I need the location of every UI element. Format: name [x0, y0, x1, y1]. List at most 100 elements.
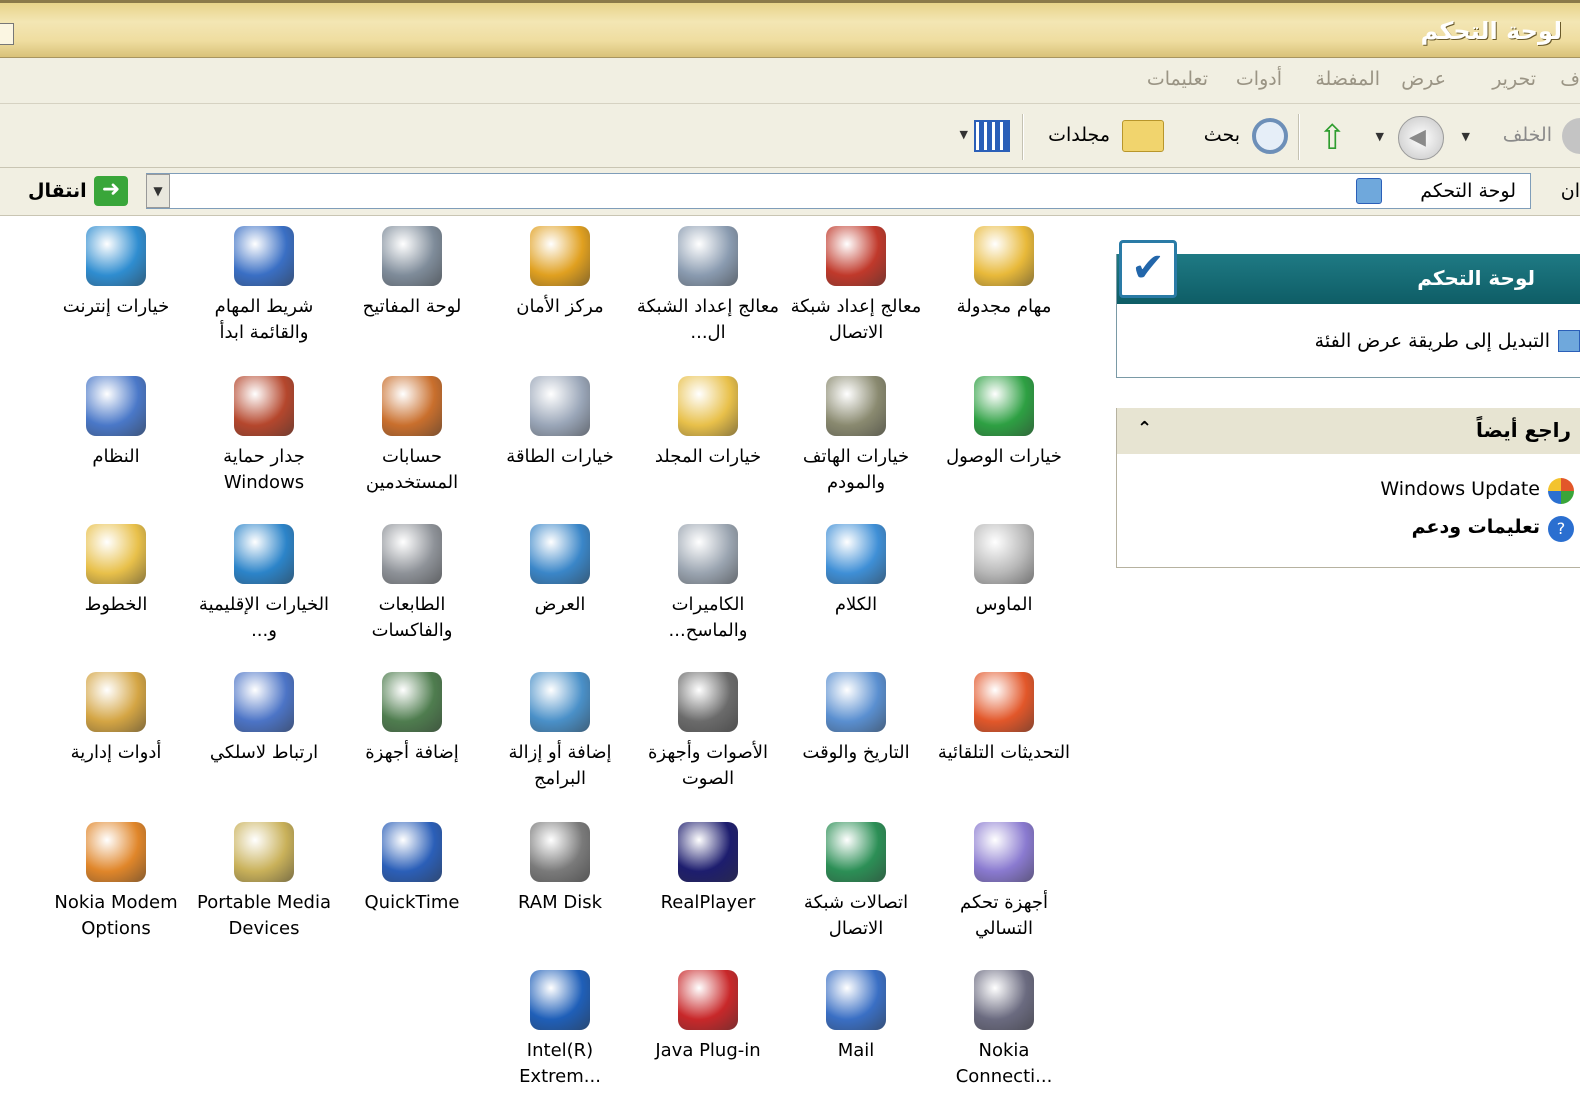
control-panel-item[interactable]: الكاميرات والماسح...	[634, 524, 782, 674]
control-panel-item[interactable]: التحديثات التلقائية	[930, 672, 1078, 822]
administrative-tools-icon	[86, 672, 146, 732]
views-button[interactable]: ▼	[948, 116, 1010, 158]
control-panel-item[interactable]: Intel(R) Extrem...	[486, 970, 634, 1100]
security-center-shield-icon	[530, 226, 590, 286]
windows-update-link[interactable]: Windows Update	[1380, 478, 1540, 500]
item-label: Java Plug-in	[655, 1040, 761, 1061]
menu-favorites[interactable]: المفضلة	[1315, 68, 1380, 90]
views-dropdown-icon: ▼	[959, 128, 968, 141]
control-panel-item[interactable]: أدوات إدارية	[42, 672, 190, 822]
control-panel-item[interactable]: مهام مجدولة	[930, 226, 1078, 376]
toolbar-separator	[1298, 114, 1300, 160]
item-label: الماوس	[975, 594, 1033, 615]
control-panel-item[interactable]: RealPlayer	[634, 822, 782, 972]
forward-dropdown-icon[interactable]: ▼	[1376, 130, 1384, 143]
control-panel-item[interactable]: شريط المهام والقائمة ابدأ	[190, 226, 338, 376]
item-label: Portable Media Devices	[197, 892, 331, 939]
control-panel-item[interactable]: الأصوات وأجهزة الصوت	[634, 672, 782, 822]
control-panel-item[interactable]: ارتباط لاسلكي	[190, 672, 338, 822]
menu-edit[interactable]: تحرير	[1492, 68, 1536, 90]
task-group-title: لوحة التحكم	[1417, 266, 1535, 290]
forward-button[interactable]: ◀	[1398, 116, 1444, 160]
go-button[interactable]: ➜ انتقال	[20, 172, 132, 212]
item-label: جدار حماية Windows	[223, 446, 305, 493]
item-label: إضافة أجهزة	[365, 742, 459, 763]
control-panel-item[interactable]: الكلام	[782, 524, 930, 674]
item-label: معالج إعداد شبكة الاتصال	[790, 296, 922, 343]
see-also-title: راجع أيضاً	[1476, 418, 1571, 442]
go-label: انتقال	[28, 180, 87, 202]
search-button[interactable]: بحث	[1184, 114, 1288, 160]
task-group-header: لوحة التحكم	[1117, 254, 1580, 304]
views-grid-icon	[974, 120, 1010, 152]
item-label: مركز الأمان	[516, 296, 604, 317]
control-panel-item[interactable]: الخيارات الإقليمية و...	[190, 524, 338, 674]
control-panel-item[interactable]: الخطوط	[42, 524, 190, 674]
control-panel-item[interactable]: مركز الأمان	[486, 226, 634, 376]
control-panel-item[interactable]: Java Plug-in	[634, 970, 782, 1100]
item-label: خيارات المجلد	[654, 446, 762, 467]
back-arrow-icon	[1562, 118, 1580, 154]
control-panel-item[interactable]: لوحة المفاتيح	[338, 226, 486, 376]
quicktime-icon	[382, 822, 442, 882]
menu-file[interactable]: ف	[1560, 68, 1580, 90]
folders-button[interactable]: مجلدات	[1044, 114, 1164, 160]
menu-view[interactable]: عرض	[1401, 68, 1446, 90]
accessibility-options-icon	[974, 376, 1034, 436]
back-button[interactable]: الخلف	[1484, 114, 1580, 160]
control-panel-item[interactable]: خيارات الوصول	[930, 376, 1078, 526]
control-panel-item[interactable]: Mail	[782, 970, 930, 1100]
control-panel-item[interactable]: الطابعات والفاكسات	[338, 524, 486, 674]
see-also-header[interactable]: راجع أيضاً ⌃	[1117, 408, 1580, 454]
address-label: ان	[1560, 180, 1580, 202]
control-panel-item[interactable]: خيارات المجلد	[634, 376, 782, 526]
item-label: خيارات إنترنت	[62, 296, 170, 317]
address-bar: ان لوحة التحكم ▼ ➜ انتقال	[0, 168, 1580, 216]
back-dropdown-icon[interactable]: ▼	[1462, 130, 1470, 143]
control-panel-item[interactable]: العرض	[486, 524, 634, 674]
printers-faxes-icon	[382, 524, 442, 584]
control-panel-item[interactable]: Portable Media Devices	[190, 822, 338, 972]
control-panel-item[interactable]: اتصالات شبكة الاتصال	[782, 822, 930, 972]
portable-media-devices-icon	[234, 822, 294, 882]
control-panel-item[interactable]: الماوس	[930, 524, 1078, 674]
control-panel-item[interactable]: إضافة أو إزالة البرامج	[486, 672, 634, 822]
control-panel-item[interactable]: خيارات إنترنت	[42, 226, 190, 376]
control-panel-item[interactable]: النظام	[42, 376, 190, 526]
up-folder-button[interactable]: ⇧	[1314, 116, 1358, 160]
control-panel-item[interactable]: QuickTime	[338, 822, 486, 972]
ram-disk-chip-icon	[530, 822, 590, 882]
control-panel-item[interactable]: RAM Disk	[486, 822, 634, 972]
sounds-speaker-icon	[678, 672, 738, 732]
scanners-cameras-icon	[678, 524, 738, 584]
control-panel-item[interactable]: جدار حماية Windows	[190, 376, 338, 526]
menu-tools[interactable]: أدوات	[1236, 68, 1282, 90]
control-panel-item[interactable]: التاريخ والوقت	[782, 672, 930, 822]
menu-help[interactable]: تعليمات	[1147, 68, 1208, 90]
control-panel-item[interactable]: إضافة أجهزة	[338, 672, 486, 822]
go-arrow-icon: ➜	[94, 176, 128, 206]
item-label: الأصوات وأجهزة الصوت	[648, 742, 768, 789]
item-label: لوحة المفاتيح	[362, 296, 462, 317]
control-panel-item[interactable]: Nokia Connecti...	[930, 970, 1078, 1100]
control-panel-item[interactable]: خيارات الهاتف والمودم	[782, 376, 930, 526]
address-input[interactable]: لوحة التحكم	[146, 173, 1531, 209]
control-panel-item[interactable]: Nokia Modem Options	[42, 822, 190, 972]
help-and-support-link[interactable]: تعليمات ودعم	[1412, 516, 1540, 538]
item-label: معالج إعداد الشبكة ال...	[636, 296, 780, 343]
item-label: RealPlayer	[660, 892, 756, 913]
control-panel-item[interactable]: خيارات الطاقة	[486, 376, 634, 526]
collapse-chevron-icon[interactable]: ⌃	[1137, 418, 1152, 439]
wireless-network-setup-icon	[678, 226, 738, 286]
intel-graphics-icon	[530, 970, 590, 1030]
control-panel-item[interactable]: حسابات المستخدمين	[338, 376, 486, 526]
switch-to-category-view-link[interactable]: التبديل إلى طريقة عرض الفئة	[1315, 330, 1550, 352]
control-panel-item[interactable]: معالج إعداد الشبكة ال...	[634, 226, 782, 376]
control-panel-item[interactable]: معالج إعداد شبكة الاتصال	[782, 226, 930, 376]
mail-icon	[826, 970, 886, 1030]
address-dropdown-icon[interactable]: ▼	[146, 174, 170, 208]
toolbar-separator	[1022, 114, 1024, 160]
control-panel-item[interactable]: أجهزة تحكم التسالي	[930, 822, 1078, 972]
window-title: لوحة التحكم	[1420, 17, 1562, 45]
regional-options-icon	[234, 524, 294, 584]
